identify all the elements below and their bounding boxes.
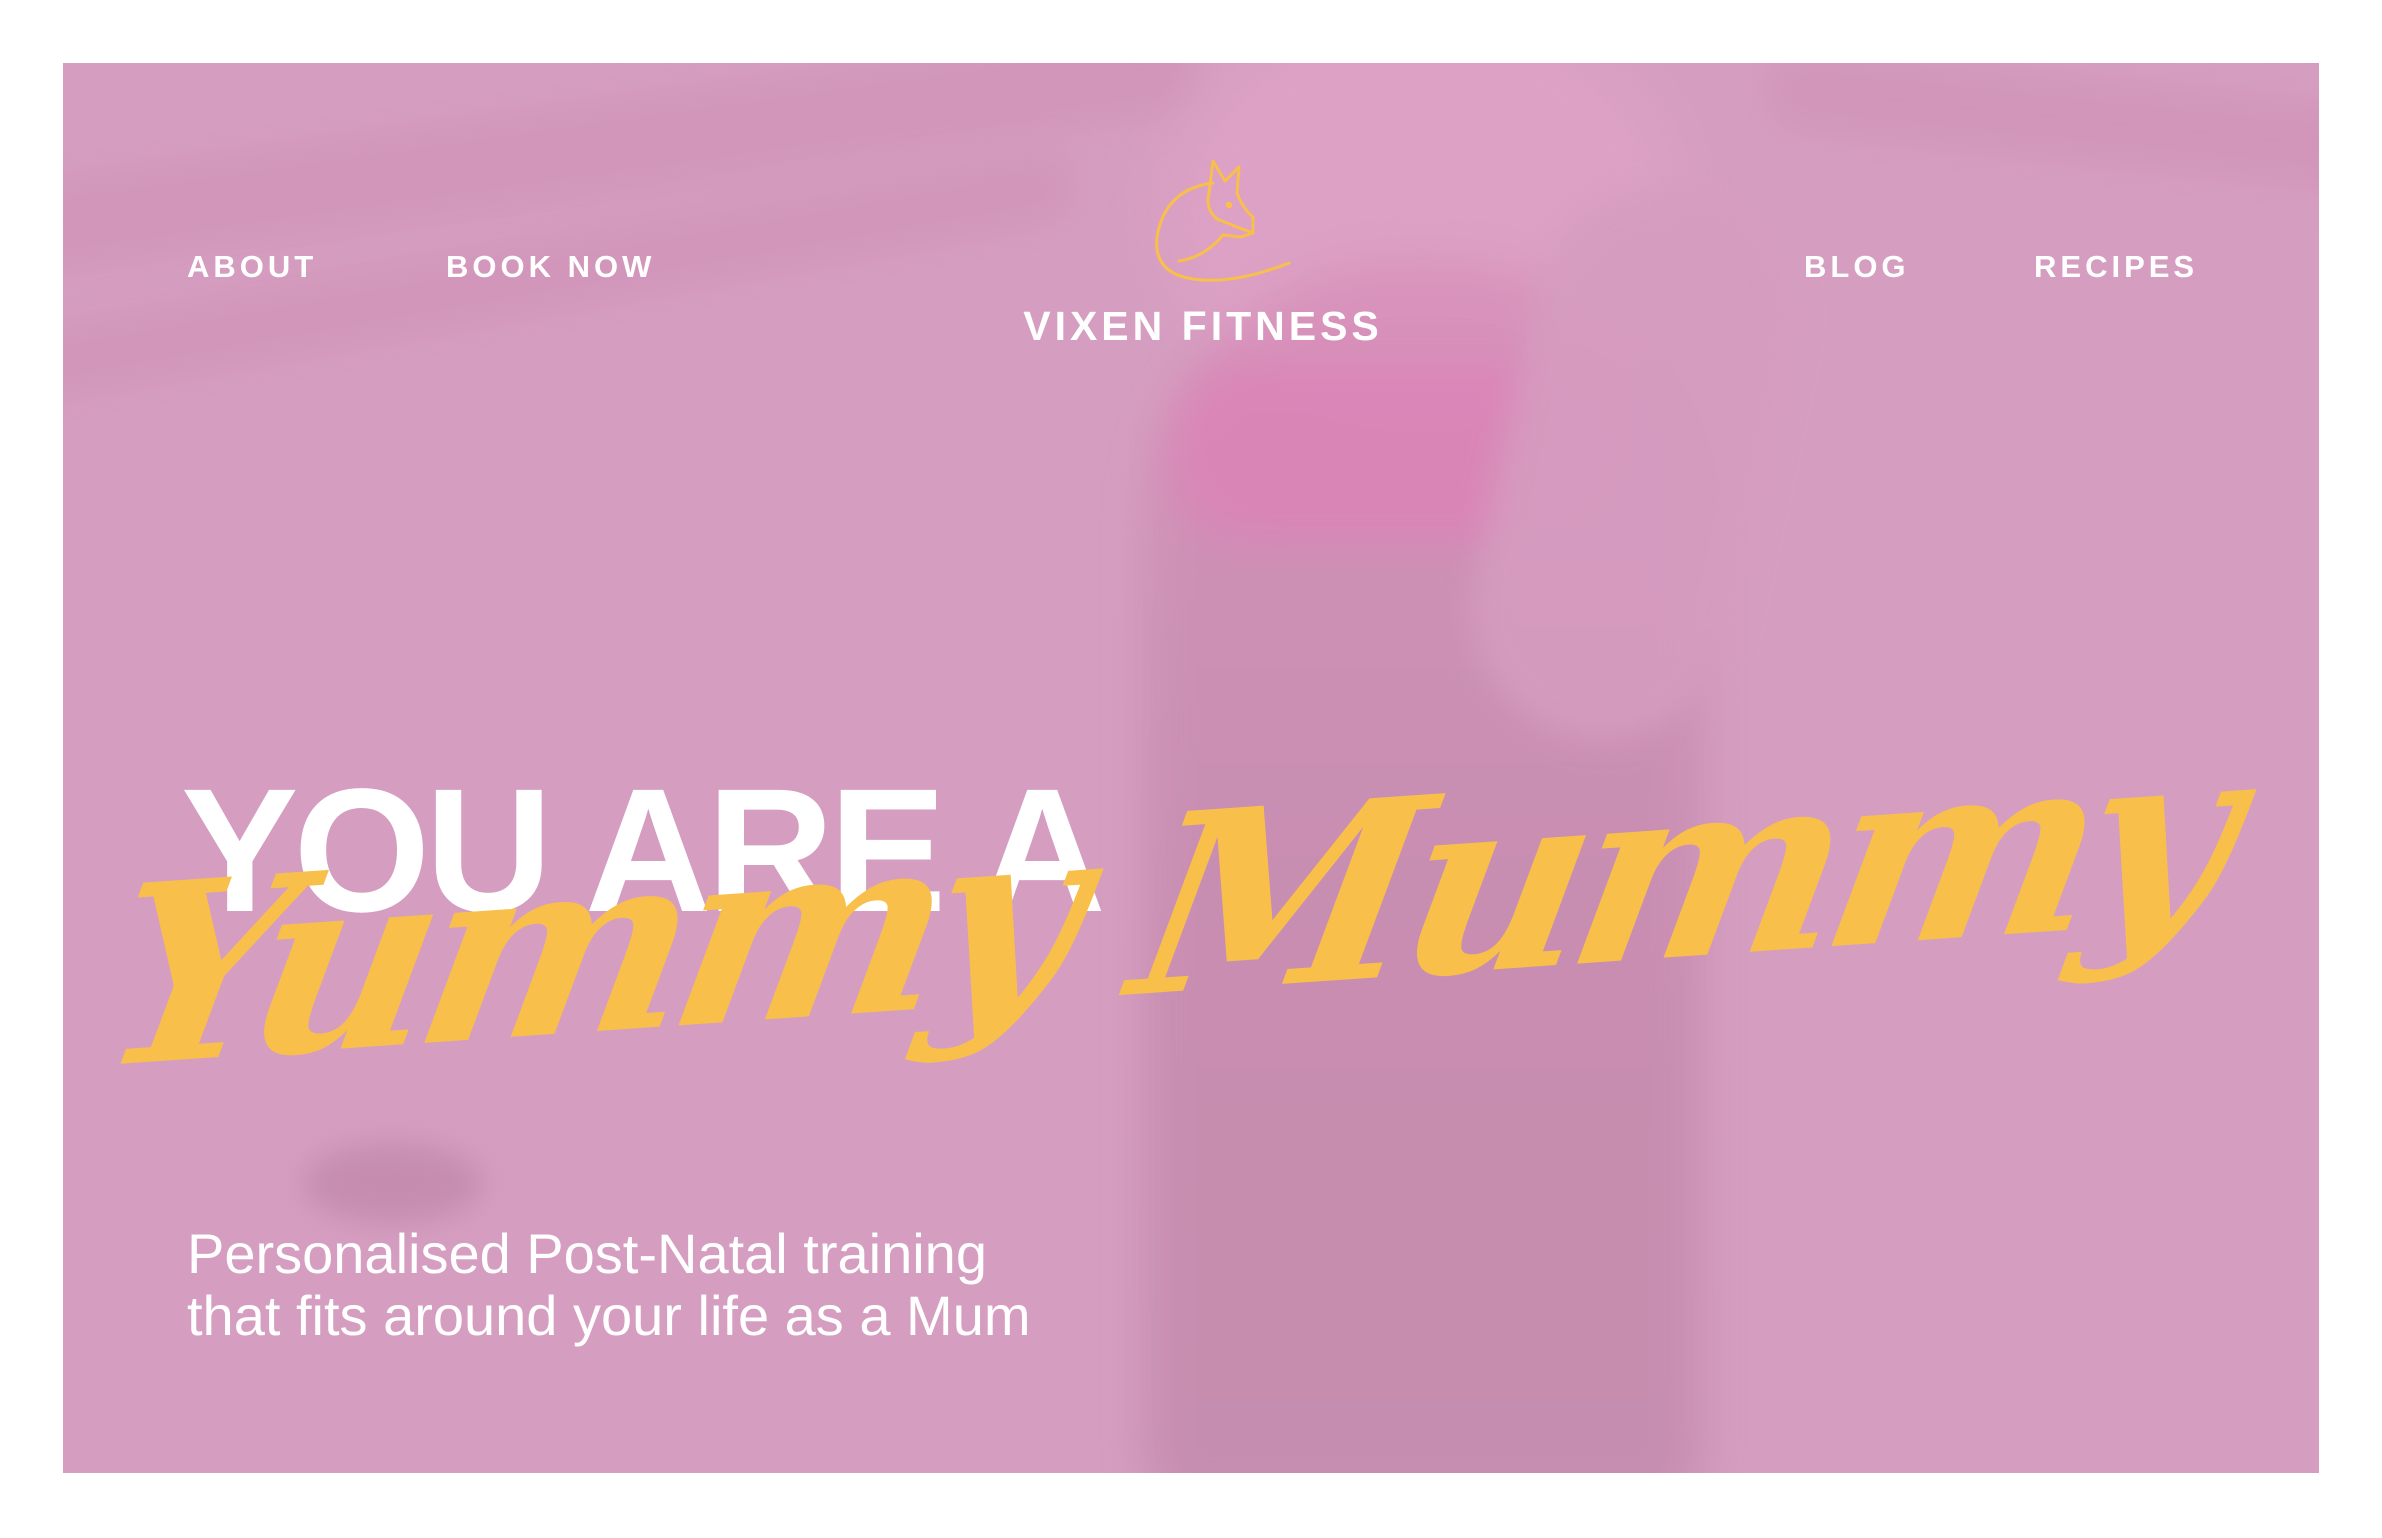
hero-subtitle: Personalised Post-Natal training that fi…: [187, 1223, 1031, 1347]
nav-about-link[interactable]: ABOUT: [187, 249, 317, 285]
background-shadow: [303, 1143, 483, 1223]
hero-subtitle-line-1: Personalised Post-Natal training: [187, 1222, 987, 1285]
hero-section: ABOUT BOOK NOW BLOG RECIPES VIXEN FITNES…: [63, 63, 2319, 1473]
brand-logo[interactable]: VIXEN FITNESS: [1003, 153, 1403, 350]
nav-blog-link[interactable]: BLOG: [1804, 249, 1910, 285]
fox-icon: [1155, 159, 1291, 282]
brand-name: VIXEN FITNESS: [1023, 303, 1383, 349]
nav-recipes-link[interactable]: RECIPES: [2034, 249, 2198, 285]
background-stripe: [1760, 63, 2319, 200]
nav-book-now-link[interactable]: BOOK NOW: [446, 249, 655, 285]
hero-subtitle-line-2: that fits around your life as a Mum: [187, 1284, 1031, 1347]
